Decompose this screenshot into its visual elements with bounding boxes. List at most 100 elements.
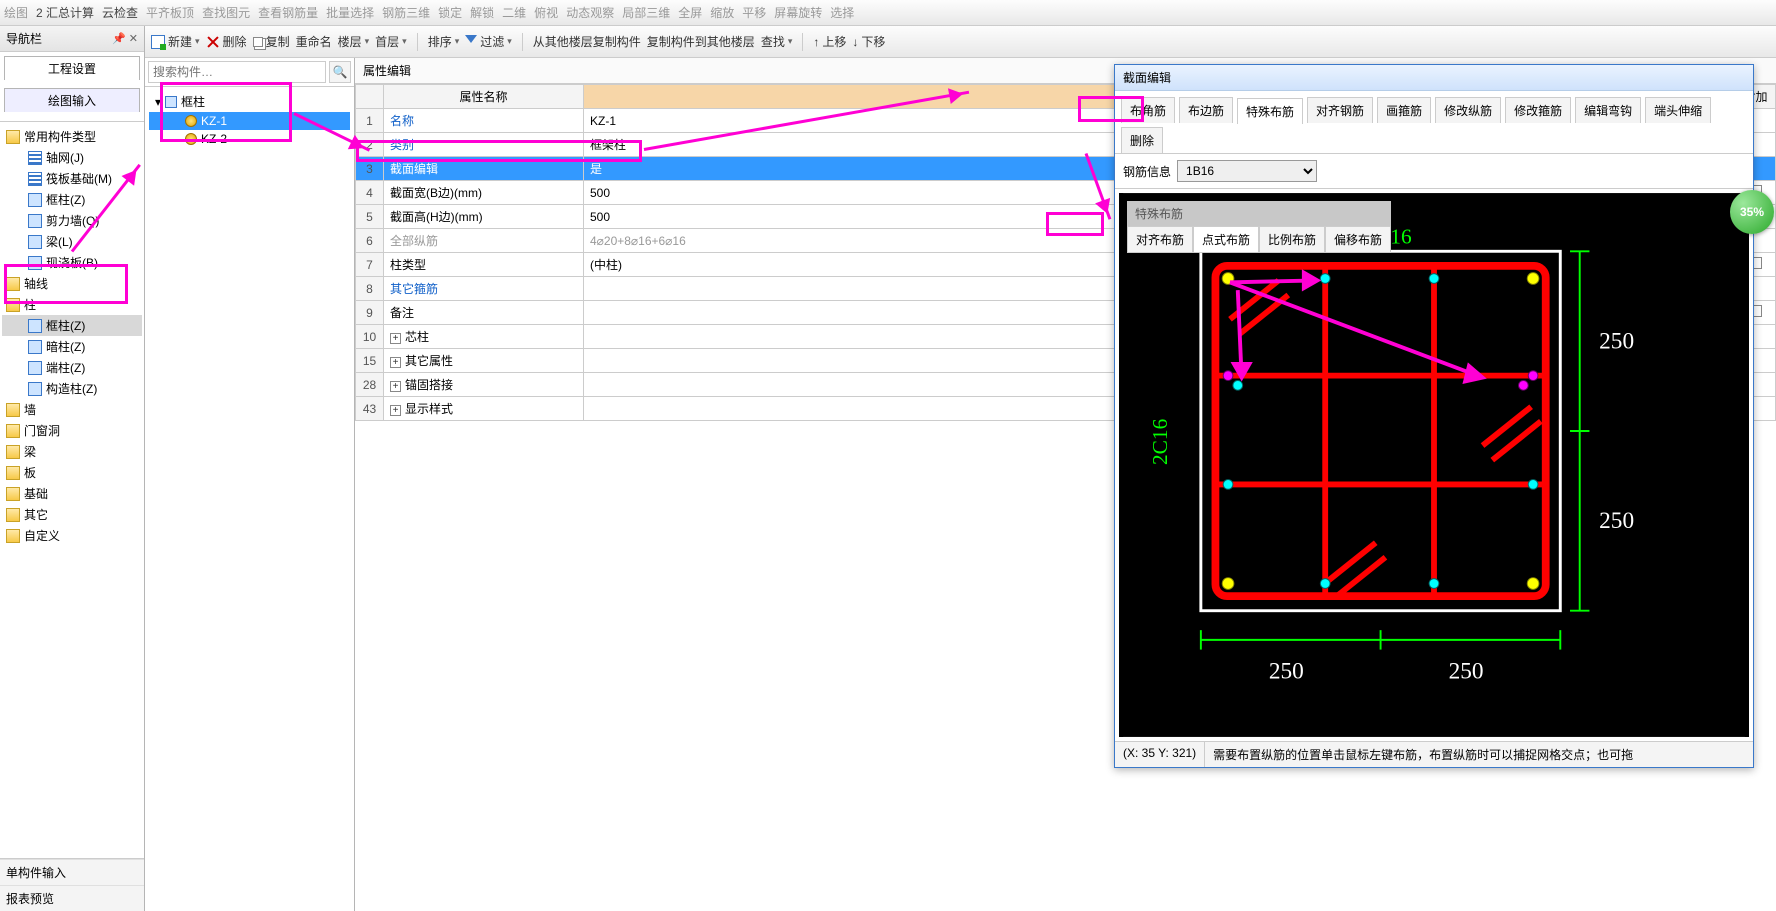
sub-tabs-title: 特殊布筋 bbox=[1127, 201, 1391, 226]
node-anchor[interactable]: 暗柱(Z) bbox=[2, 336, 142, 357]
search-button[interactable]: 🔍 bbox=[329, 61, 351, 83]
tab-project-settings[interactable]: 工程设置 bbox=[4, 56, 140, 80]
nav-header: 导航栏 📌 ✕ bbox=[0, 26, 144, 52]
node-endcol[interactable]: 端柱(Z) bbox=[2, 357, 142, 378]
nav-title: 导航栏 bbox=[6, 30, 42, 47]
rename-button[interactable]: 重命名 bbox=[296, 33, 332, 50]
floor-dropdown[interactable]: 楼层 bbox=[338, 33, 370, 50]
column-icon bbox=[28, 361, 42, 375]
editor-tab[interactable]: 修改箍筋 bbox=[1505, 97, 1571, 123]
pin-icon[interactable]: 📌 ✕ bbox=[112, 32, 138, 45]
tb-3d[interactable]: 钢筋三维 bbox=[382, 4, 430, 21]
sort-button[interactable]: 排序 bbox=[428, 33, 460, 50]
tb-rebarqty[interactable]: 查看钢筋量 bbox=[258, 4, 318, 21]
filter-button[interactable]: 过滤 bbox=[465, 33, 512, 50]
copy-to-button[interactable]: 复制构件到其他楼层 bbox=[647, 33, 755, 50]
tb-cloud[interactable]: 云检查 bbox=[102, 4, 138, 21]
tb-draw[interactable]: 绘图 bbox=[4, 4, 28, 21]
rebar-select[interactable]: 1B16 bbox=[1177, 160, 1317, 182]
copy-icon bbox=[253, 37, 263, 47]
node-other[interactable]: 其它 bbox=[2, 504, 142, 525]
editor-tab[interactable]: 删除 bbox=[1121, 127, 1163, 153]
editor-status-bar: (X: 35 Y: 321) 需要布置纵筋的位置单击鼠标左键布筋，布置纵筋时可以… bbox=[1115, 741, 1753, 767]
copy-from-button[interactable]: 从其他楼层复制构件 bbox=[533, 33, 641, 50]
svg-text:16: 16 bbox=[1390, 225, 1412, 249]
node-column[interactable]: 柱 bbox=[2, 294, 142, 315]
tb-orbit[interactable]: 动态观察 bbox=[566, 4, 614, 21]
tree-root[interactable]: ▾ 框柱 bbox=[149, 91, 350, 112]
editor-tab[interactable]: 端头伸缩 bbox=[1645, 97, 1711, 123]
component-tree-panel: 🔍 ▾ 框柱 KZ-1 KZ-2 bbox=[145, 26, 355, 911]
editor-tab[interactable]: 布角筋 bbox=[1121, 97, 1175, 123]
node-slab[interactable]: 现浇板(B) bbox=[2, 252, 142, 273]
node-custom[interactable]: 自定义 bbox=[2, 525, 142, 546]
sub-tab[interactable]: 点式布筋 bbox=[1193, 226, 1259, 253]
tab-draw-input[interactable]: 绘图输入 bbox=[4, 88, 140, 112]
tb-unlock[interactable]: 解锁 bbox=[470, 4, 494, 21]
tab-single-input[interactable]: 单构件输入 bbox=[0, 859, 144, 885]
node-opening[interactable]: 门窗洞 bbox=[2, 420, 142, 441]
copy-button[interactable]: 复制 bbox=[253, 33, 290, 50]
progress-indicator: 35% bbox=[1730, 190, 1774, 234]
folder-icon bbox=[6, 487, 20, 501]
tb-full[interactable]: 全屏 bbox=[678, 4, 702, 21]
node-foundation[interactable]: 基础 bbox=[2, 483, 142, 504]
node-axis[interactable]: 轴网(J) bbox=[2, 147, 142, 168]
delete-icon bbox=[206, 35, 220, 49]
node-constcol[interactable]: 构造柱(Z) bbox=[2, 378, 142, 399]
editor-tab[interactable]: 编辑弯钩 bbox=[1575, 97, 1641, 123]
new-icon bbox=[151, 35, 165, 49]
node-wall[interactable]: 墙 bbox=[2, 399, 142, 420]
tb-2d[interactable]: 二维 bbox=[502, 4, 526, 21]
sub-tab[interactable]: 比例布筋 bbox=[1259, 226, 1325, 253]
tb-lock[interactable]: 锁定 bbox=[438, 4, 462, 21]
tb-align[interactable]: 平齐板顶 bbox=[146, 4, 194, 21]
node-axis-line[interactable]: 轴线 bbox=[2, 273, 142, 294]
tb-local3d[interactable]: 局部三维 bbox=[622, 4, 670, 21]
tb-rotate[interactable]: 屏幕旋转 bbox=[774, 4, 822, 21]
nav-panel: 导航栏 📌 ✕ 工程设置 绘图输入 常用构件类型 轴网(J) 筏板基础(M) 框… bbox=[0, 26, 145, 911]
node-kz[interactable]: 框柱(Z) bbox=[2, 315, 142, 336]
editor-tab[interactable]: 对齐钢筋 bbox=[1307, 97, 1373, 123]
node-common[interactable]: 常用构件类型 bbox=[2, 126, 142, 147]
grid-icon bbox=[28, 151, 42, 165]
editor-tab[interactable]: 布边筋 bbox=[1179, 97, 1233, 123]
editor-tab[interactable]: 修改纵筋 bbox=[1435, 97, 1501, 123]
slab-icon bbox=[28, 256, 42, 270]
search-input[interactable] bbox=[148, 61, 326, 83]
col-num bbox=[356, 85, 384, 109]
folder-icon bbox=[6, 403, 20, 417]
move-down-button[interactable]: ↓ 下移 bbox=[852, 33, 885, 50]
nav-tree: 常用构件类型 轴网(J) 筏板基础(M) 框柱(Z) 剪力墙(Q) 梁(L) 现… bbox=[0, 122, 144, 858]
node-framecol[interactable]: 框柱(Z) bbox=[2, 189, 142, 210]
tree-item-kz2[interactable]: KZ-2 bbox=[149, 130, 350, 148]
member-icon bbox=[185, 115, 197, 127]
editor-tab[interactable]: 画箍筋 bbox=[1377, 97, 1431, 123]
find-button[interactable]: 查找 bbox=[761, 33, 793, 50]
move-up-button[interactable]: ↑ 上移 bbox=[813, 33, 846, 50]
tb-batch[interactable]: 批量选择 bbox=[326, 4, 374, 21]
member-icon bbox=[185, 133, 197, 145]
first-floor-dropdown[interactable]: 首层 bbox=[375, 33, 407, 50]
status-coord: (X: 35 Y: 321) bbox=[1115, 742, 1205, 767]
node-shearwall[interactable]: 剪力墙(Q) bbox=[2, 210, 142, 231]
tb-select[interactable]: 选择 bbox=[830, 4, 854, 21]
sub-tab[interactable]: 偏移布筋 bbox=[1325, 226, 1391, 253]
editor-tab[interactable]: 特殊布筋 bbox=[1237, 98, 1303, 124]
tb-calc[interactable]: 2 汇总计算 bbox=[36, 4, 94, 21]
tb-find[interactable]: 查找图元 bbox=[202, 4, 250, 21]
column-icon bbox=[28, 319, 42, 333]
node-plate[interactable]: 板 bbox=[2, 462, 142, 483]
tb-top[interactable]: 俯视 bbox=[534, 4, 558, 21]
column-icon bbox=[28, 382, 42, 396]
tab-report[interactable]: 报表预览 bbox=[0, 885, 144, 911]
sub-tab[interactable]: 对齐布筋 bbox=[1127, 226, 1193, 253]
section-canvas[interactable]: 特殊布筋 对齐布筋点式布筋比例布筋偏移布筋 bbox=[1119, 193, 1749, 737]
delete-button[interactable]: 删除 bbox=[206, 33, 247, 50]
tb-pan[interactable]: 平移 bbox=[742, 4, 766, 21]
svg-text:250: 250 bbox=[1269, 659, 1304, 685]
node-beam2[interactable]: 梁 bbox=[2, 441, 142, 462]
folder-icon bbox=[6, 445, 20, 459]
new-button[interactable]: 新建 bbox=[151, 33, 200, 50]
tb-zoom[interactable]: 缩放 bbox=[710, 4, 734, 21]
